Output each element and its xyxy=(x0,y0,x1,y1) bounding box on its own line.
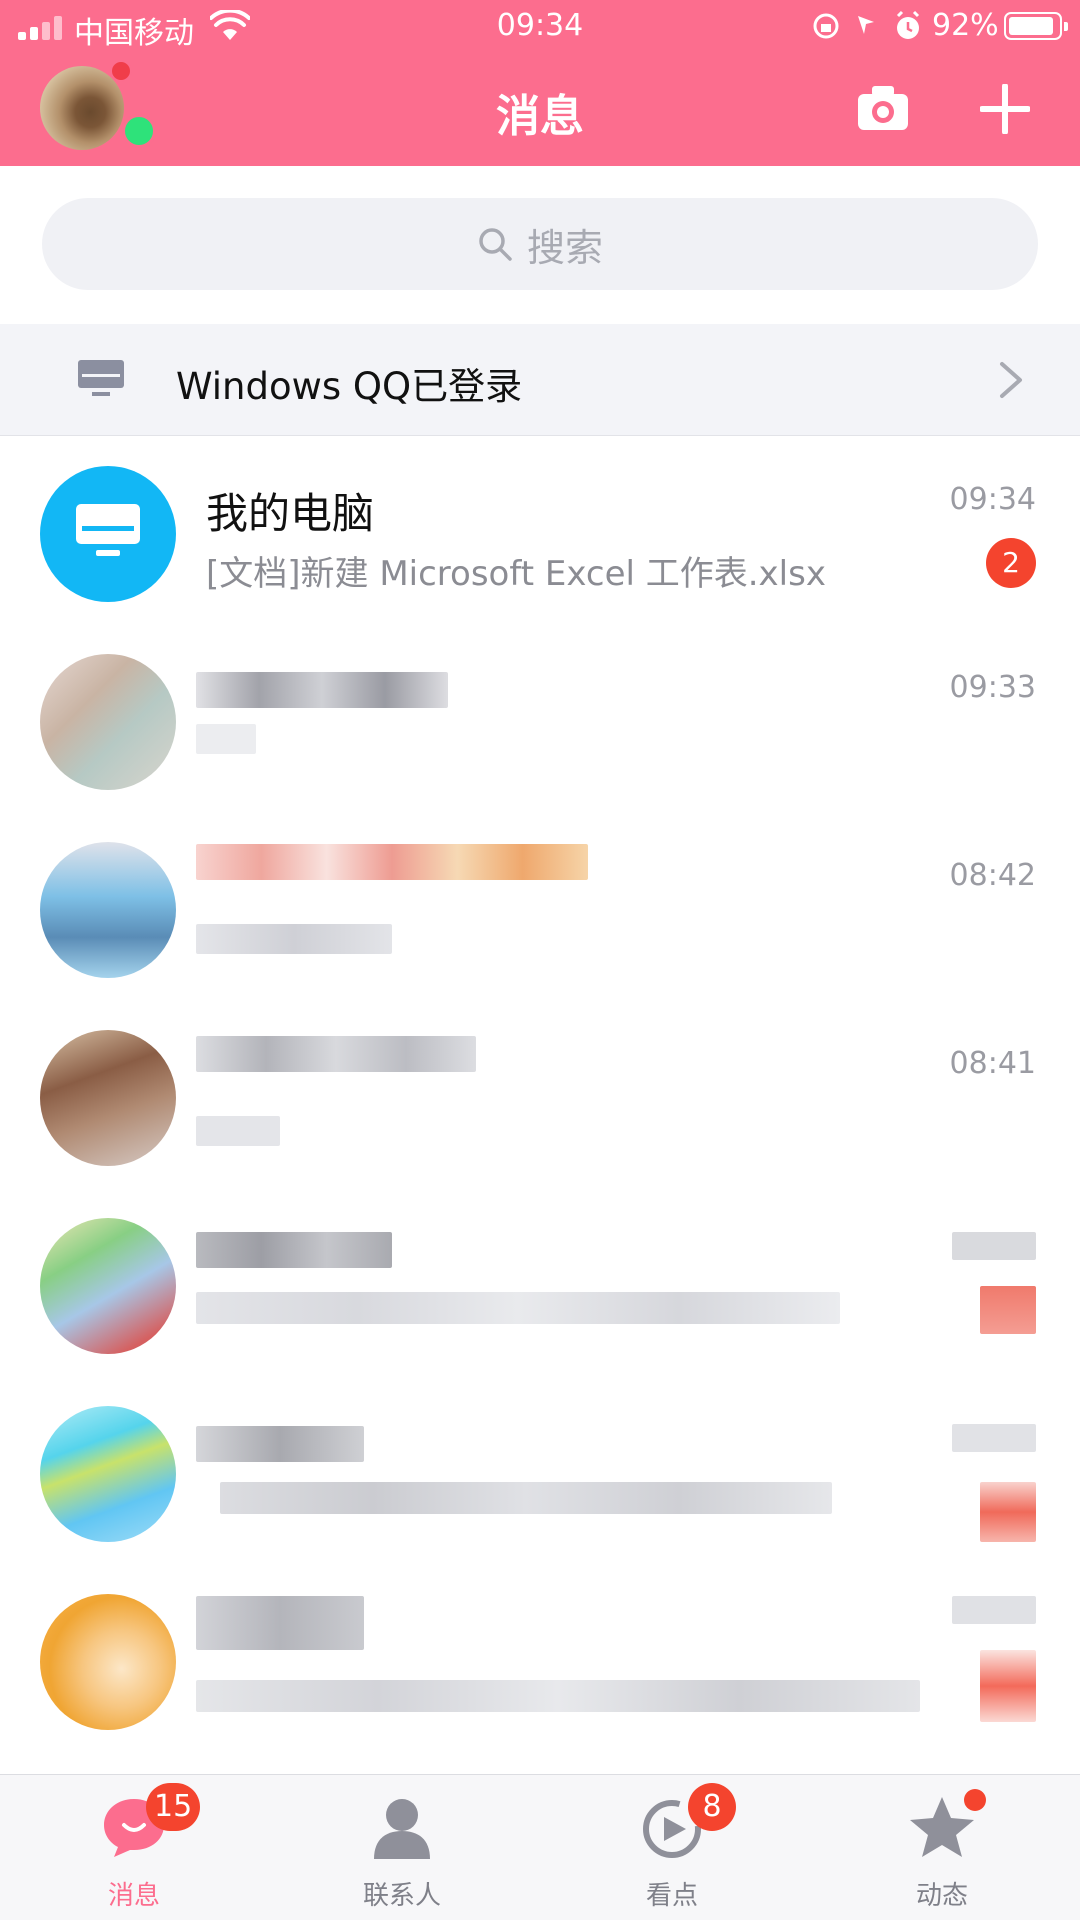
person-icon xyxy=(374,1799,430,1859)
redacted-time xyxy=(952,1424,1036,1452)
redacted-preview xyxy=(196,1116,280,1146)
unread-badge: 2 xyxy=(986,538,1036,588)
avatar xyxy=(40,1218,176,1354)
tab-contacts[interactable]: 联系人 xyxy=(302,1775,502,1920)
conversation-item[interactable]: 09:33 xyxy=(0,626,1080,814)
redacted-preview xyxy=(196,724,256,754)
redacted-name xyxy=(196,844,588,880)
redacted-preview xyxy=(220,1482,832,1514)
conversation-item[interactable]: 08:42 xyxy=(0,814,1080,1002)
battery-icon xyxy=(1004,12,1068,40)
camera-icon[interactable] xyxy=(856,84,910,132)
tab-label: 消息 xyxy=(107,1881,160,1911)
redacted-name xyxy=(196,672,448,708)
redacted-time xyxy=(952,1232,1036,1260)
tab-label: 看点 xyxy=(645,1881,698,1911)
conversation-preview: [文档]新建 Microsoft Excel 工作表.xlsx xyxy=(206,554,826,594)
redacted-badge xyxy=(980,1286,1036,1334)
add-icon[interactable] xyxy=(980,84,1030,134)
tab-label: 动态 xyxy=(915,1881,968,1911)
notification-dot xyxy=(110,60,132,82)
conversation-item[interactable] xyxy=(0,1566,1080,1754)
redacted-preview xyxy=(196,1292,840,1324)
redacted-name xyxy=(196,1232,392,1268)
banner-label: Windows QQ已登录 xyxy=(176,365,523,408)
notification-dot xyxy=(964,1789,986,1811)
windows-login-banner[interactable]: Windows QQ已登录 xyxy=(0,324,1080,436)
avatar xyxy=(40,654,176,790)
computer-icon xyxy=(76,504,140,556)
unread-badge: 15 xyxy=(146,1783,201,1831)
redacted-preview xyxy=(196,924,392,954)
search-input[interactable]: 搜索 xyxy=(42,198,1038,290)
conversation-name: 我的电脑 xyxy=(206,489,375,538)
search-placeholder: 搜索 xyxy=(526,225,603,270)
conversation-item[interactable] xyxy=(0,1378,1080,1566)
battery-percent: 92% xyxy=(932,8,999,43)
search-icon xyxy=(479,228,512,261)
conversation-item[interactable] xyxy=(0,1190,1080,1378)
conversation-item[interactable]: 08:41 xyxy=(0,1002,1080,1190)
conversation-time: 08:42 xyxy=(949,858,1036,893)
status-icons xyxy=(813,10,920,39)
avatar xyxy=(40,1594,176,1730)
redacted-time xyxy=(952,1596,1036,1624)
tab-moments[interactable]: 动态 xyxy=(842,1775,1042,1920)
redacted-name xyxy=(196,1426,364,1462)
my-computer-avatar xyxy=(40,466,176,602)
search-area: 搜索 xyxy=(0,166,1080,324)
redacted-name xyxy=(196,1596,364,1650)
unread-badge: 8 xyxy=(688,1783,736,1831)
chevron-right-icon xyxy=(1000,362,1022,398)
tab-discover[interactable]: 看点 8 xyxy=(572,1775,772,1920)
avatar xyxy=(40,1030,176,1166)
page-title: 消息 xyxy=(496,91,584,142)
redacted-badge xyxy=(980,1650,1036,1722)
redacted-preview xyxy=(196,1680,920,1712)
conversation-time: 08:41 xyxy=(949,1046,1036,1081)
conversation-time: 09:34 xyxy=(949,482,1036,517)
tab-messages[interactable]: 消息 15 xyxy=(34,1775,234,1920)
conversation-item[interactable]: 我的电脑 [文档]新建 Microsoft Excel 工作表.xlsx 09:… xyxy=(0,438,1080,626)
tab-bar: 消息 15 联系人 看点 8 动态 xyxy=(0,1774,1080,1920)
redacted-name xyxy=(196,1036,476,1072)
conversation-time: 09:33 xyxy=(949,670,1036,705)
redacted-badge xyxy=(980,1482,1036,1542)
header: 中国移动 09:34 92% 消息 xyxy=(0,0,1080,166)
avatar xyxy=(40,842,176,978)
computer-icon xyxy=(78,360,124,396)
avatar xyxy=(40,1406,176,1542)
status-bar: 中国移动 09:34 92% xyxy=(0,0,1080,54)
tab-label: 联系人 xyxy=(362,1881,441,1911)
